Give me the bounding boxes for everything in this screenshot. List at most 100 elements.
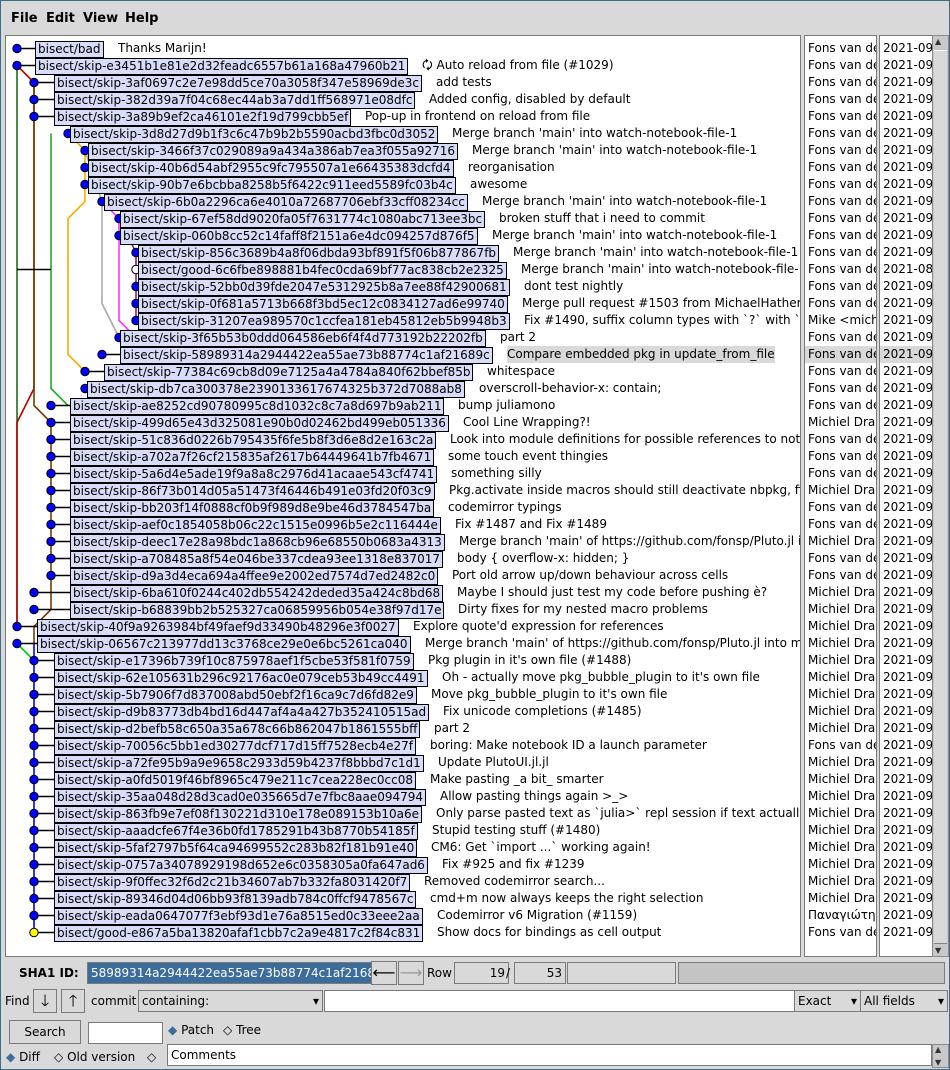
branch-ref-label[interactable]: bisect/skip-9f0ffec32f6d2c21b34607ab7b33…: [54, 874, 411, 891]
commit-author[interactable]: Michiel Dra: [808, 584, 875, 601]
commit-message[interactable]: Merge branch 'main' into watch-notebook-…: [452, 125, 737, 142]
commit-message[interactable]: Fix #925 and fix #1239: [442, 856, 585, 873]
branch-ref-label[interactable]: bisect/skip-d9a3d4eca694a4ffee9e2002ed75…: [70, 568, 439, 585]
commit-date[interactable]: 2021-09-: [883, 516, 932, 533]
commit-message[interactable]: Dirty fixes for my nested macro problems: [458, 601, 708, 618]
commit-message[interactable]: Fix #1490, suffix column types with `?` …: [524, 312, 800, 329]
commit-message[interactable]: Pkg.activate inside macros should still …: [449, 482, 800, 499]
commit-date[interactable]: 2021-09-: [883, 771, 932, 788]
commit-author[interactable]: Michiel Dra: [808, 873, 875, 890]
commit-message[interactable]: part 2: [434, 720, 470, 737]
commit-row[interactable]: bisect/skip-060b8cc52c14faff8f2151a6e4dc…: [6, 227, 800, 245]
commit-author[interactable]: Fons van de: [808, 363, 876, 380]
commit-message[interactable]: codemirror typings: [448, 499, 562, 516]
commit-date[interactable]: 2021-09-: [883, 550, 932, 567]
branch-ref-label[interactable]: bisect/skip-eada0647077f3ebf93d1e76a8515…: [54, 908, 423, 925]
commit-message[interactable]: Thanks Marijn!: [118, 40, 207, 57]
menu-help[interactable]: Help: [125, 11, 158, 26]
scrollbar-thumb[interactable]: [934, 50, 947, 944]
commit-date[interactable]: 2021-09-: [883, 312, 932, 329]
commit-row[interactable]: bisect/skip-6ba610f0244c402db554242deded…: [6, 584, 800, 602]
branch-ref-label[interactable]: bisect/skip-51c836d0226b795435f6fe5b8f3d…: [70, 432, 437, 449]
branch-ref-label[interactable]: bisect/good-6c6fbe898881b4fec0cda69bf77a…: [138, 262, 507, 279]
commit-row[interactable]: bisect/skip-382d39a7f04c68ec44ab3a7dd1ff…: [6, 91, 800, 109]
exact-dropdown[interactable]: Exact ▾: [794, 990, 861, 1012]
branch-ref-label[interactable]: bisect/skip-77384c69cb8d09e7125a4a4784a8…: [104, 364, 474, 381]
commit-author[interactable]: Fons van de: [808, 550, 876, 567]
commit-date[interactable]: 2021-09-: [883, 57, 932, 74]
diff-radio[interactable]: ◆ Diff: [6, 1050, 40, 1064]
branch-ref-label[interactable]: bisect/skip-b68839bb2b525327ca06859956b0…: [70, 602, 445, 619]
commit-row[interactable]: bisect/skip-d9b83773db4bd16d447af4a4a427…: [6, 703, 800, 721]
commit-author[interactable]: Michiel Dra: [808, 703, 875, 720]
commit-row[interactable]: bisect/skip-51c836d0226b795435f6fe5b8f3d…: [6, 431, 800, 449]
commit-date[interactable]: 2021-09-: [883, 431, 932, 448]
commit-date[interactable]: 2021-09-: [883, 703, 932, 720]
commit-date[interactable]: 2021-09-: [883, 890, 932, 907]
commit-date[interactable]: 2021-09-: [883, 584, 932, 601]
commit-date[interactable]: 2021-09-: [883, 193, 932, 210]
commit-date[interactable]: 2021-09-: [883, 278, 932, 295]
find-input[interactable]: [324, 990, 795, 1012]
commit-message[interactable]: Compare embedded pkg in update_from_file: [507, 346, 775, 363]
commit-message[interactable]: dont test nightly: [524, 278, 623, 295]
commit-author[interactable]: Παναγιώτη: [808, 907, 876, 924]
commit-row[interactable]: bisect/skip-d2befb58c650a35a678c66b86204…: [6, 720, 800, 738]
patch-radio[interactable]: ◆ Patch: [168, 1023, 214, 1037]
branch-ref-label[interactable]: bisect/skip-90b7e6bcbba8258b5f6422c911ee…: [88, 177, 456, 194]
branch-ref-label[interactable]: bisect/skip-ae8252cd90780995c8d1032c8c7a…: [70, 398, 445, 415]
commit-row[interactable]: bisect/skip-aaadcfe67f4e36b0fd1785291b43…: [6, 822, 800, 840]
commit-date[interactable]: 2021-09-: [883, 907, 932, 924]
commit-date[interactable]: 2021-09-: [883, 839, 932, 856]
branch-ref-label[interactable]: bisect/skip-31207ea989570c1ccfea181eb458…: [138, 313, 510, 330]
branch-ref-label[interactable]: bisect/skip-35aa048d28d3cad0e035665d7e7f…: [54, 789, 427, 806]
commit-date[interactable]: 2021-09-: [883, 652, 932, 669]
commit-row[interactable]: bisect/skip-ae8252cd90780995c8d1032c8c7a…: [6, 397, 800, 415]
commit-date[interactable]: 2021-09-: [883, 397, 932, 414]
commit-author[interactable]: Michiel Dra: [808, 601, 875, 618]
branch-ref-label[interactable]: bisect/skip-0757a34078929198d652e6c03583…: [54, 857, 428, 874]
branch-ref-label[interactable]: bisect/skip-70056c5bb1ed30277dcf717d15ff…: [54, 738, 417, 755]
commit-author[interactable]: Michiel Dra: [808, 414, 875, 431]
commit-author[interactable]: Fons van de: [805, 346, 876, 363]
commit-author[interactable]: Michiel Dra: [808, 788, 875, 805]
branch-ref-label[interactable]: bisect/skip-a708485a8f54e046be337cdea93e…: [70, 551, 443, 568]
commit-row[interactable]: bisect/skip-3d8d27d9b1f3c6c47b9b2b5590ac…: [6, 125, 800, 143]
commit-message[interactable]: Merge branch 'main' into watch-notebook-…: [521, 261, 800, 278]
commit-row[interactable]: bisect/skip-a702a7f26cf215835af2617b6444…: [6, 448, 800, 466]
back-arrow-icon[interactable]: ⟵: [371, 961, 397, 985]
commit-author[interactable]: Fons van de: [808, 142, 876, 159]
commit-author[interactable]: Michiel Dra: [808, 754, 875, 771]
scroll-down-icon[interactable]: ▼: [935, 946, 941, 955]
commit-author[interactable]: Fons van de: [808, 516, 876, 533]
commit-date[interactable]: 2021-08-: [883, 261, 932, 278]
commit-message[interactable]: part 2: [500, 329, 536, 346]
commit-row[interactable]: bisect/skip-5b7906f7d837008abd50ebf2f16c…: [6, 686, 800, 704]
branch-ref-label[interactable]: bisect/skip-89346d04d06bb93f8139adb784c0…: [54, 891, 417, 908]
commit-row[interactable]: bisect/skip-3466f37c029089a9a434a386ab7e…: [6, 142, 800, 160]
commit-message[interactable]: Maybe I should just test my code before …: [457, 584, 767, 601]
commit-author[interactable]: Michiel Dra: [808, 635, 875, 652]
commit-row[interactable]: bisect/skip-b68839bb2b525327ca06859956b0…: [6, 601, 800, 619]
branch-ref-label[interactable]: bisect/skip-382d39a7f04c68ec44ab3a7dd1ff…: [54, 92, 416, 109]
commit-message[interactable]: something silly: [451, 465, 542, 482]
commit-author[interactable]: Fons van de: [808, 57, 876, 74]
commit-author[interactable]: Fons van de: [808, 329, 876, 346]
commit-message[interactable]: awesome: [470, 176, 527, 193]
commit-date[interactable]: 2021-09-: [883, 159, 932, 176]
branch-ref-label[interactable]: bisect/skip-deec17e28a98bdc1a868cb96e685…: [70, 534, 445, 551]
branch-ref-label[interactable]: bisect/skip-db7ca300378e2390133617674325…: [87, 381, 465, 398]
branch-ref-label[interactable]: bisect/skip-3d8d27d9b1f3c6c47b9b2b5590ac…: [70, 126, 439, 143]
commit-author[interactable]: Mike <mich: [808, 312, 876, 329]
commit-date[interactable]: 2021-09-: [883, 125, 932, 142]
commit-message[interactable]: Allow pasting things again >_>: [440, 788, 628, 805]
commit-graph-pane[interactable]: bisect/bad Thanks Marijn! bisect/skip-e345…: [5, 35, 801, 957]
commit-message[interactable]: some touch event thingies: [448, 448, 608, 465]
search-context-input[interactable]: [88, 1022, 163, 1044]
branch-ref-label[interactable]: bisect/skip-d2befb58c650a35a678c66b86204…: [54, 721, 421, 738]
commit-message[interactable]: bump juliamono: [458, 397, 555, 414]
commit-date[interactable]: 2021-09-: [883, 601, 932, 618]
commit-message[interactable]: Explore quote'd expression for reference…: [413, 618, 664, 635]
commit-message[interactable]: Cool Line Wrapping?!: [463, 414, 591, 431]
branch-ref-label[interactable]: bisect/skip-aef0c1854058b06c22c1515e0996…: [70, 517, 441, 534]
